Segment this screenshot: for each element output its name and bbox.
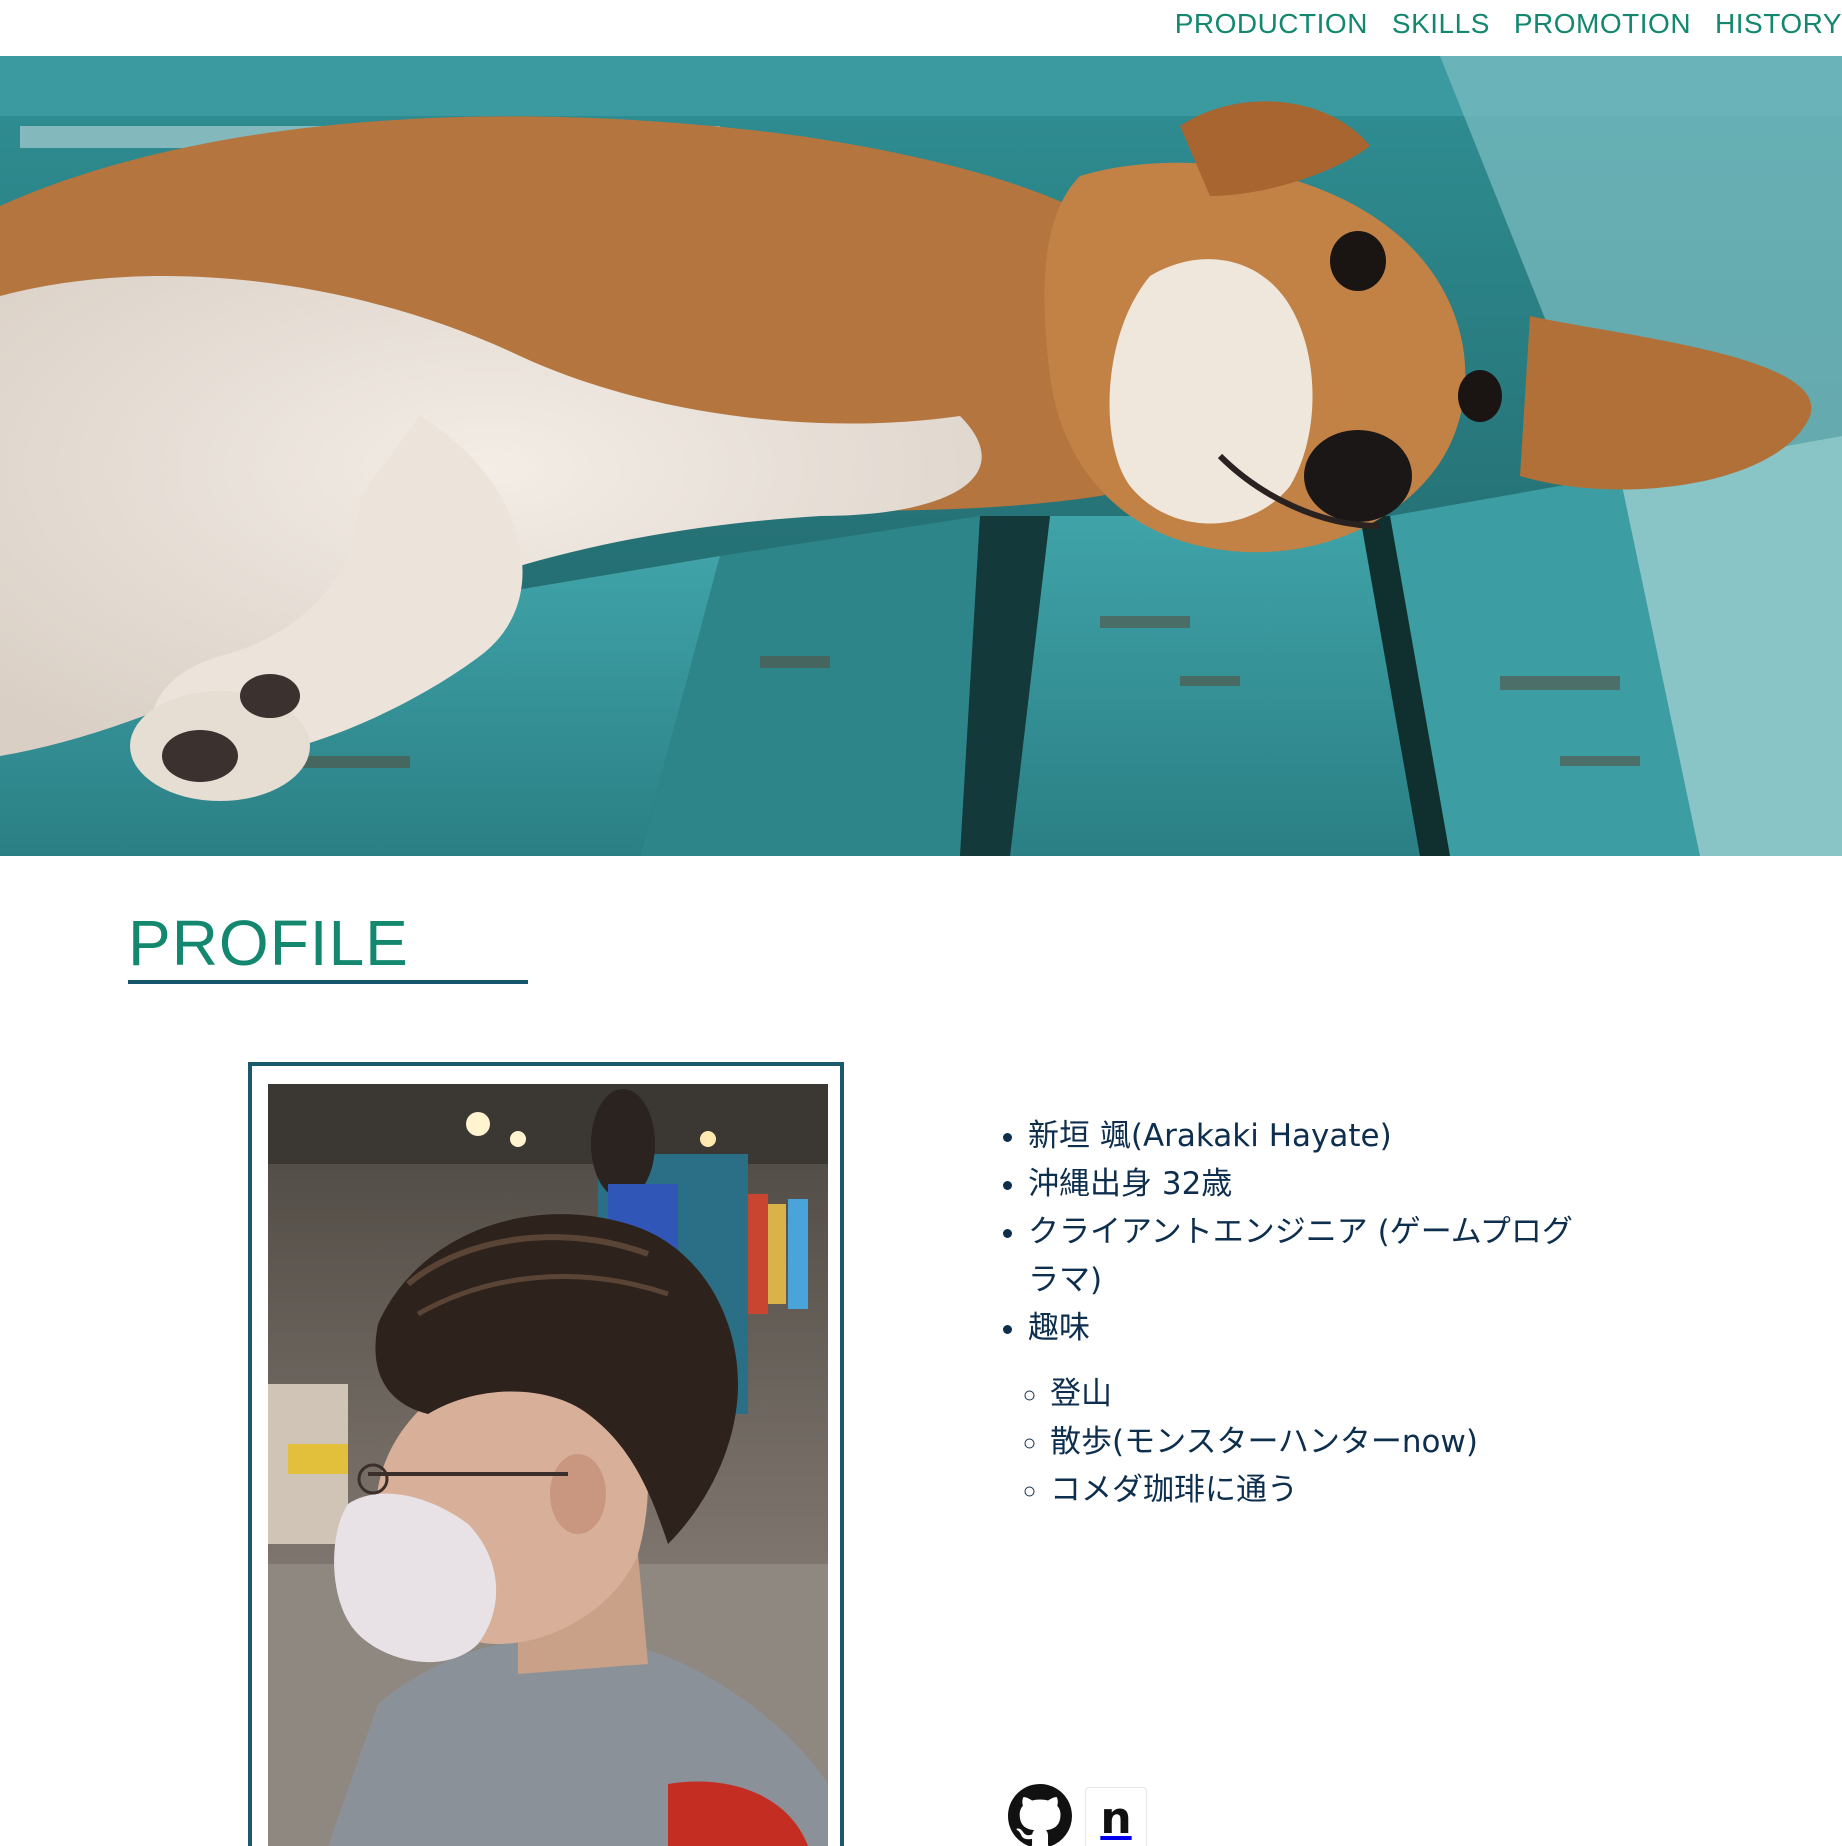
profile-name: 新垣 颯(Arakaki Hayate) [1028,1112,1580,1160]
title-underline [128,980,528,984]
hobby-item: 登山 [1050,1370,1580,1418]
nav-item-skills: SKILLS [1392,6,1490,42]
profile-photo-frame [248,1062,844,1846]
top-nav: PRODUCTION SKILLS PROMOTION HISTORY [0,0,1842,56]
profile-info: 新垣 颯(Arakaki Hayate) 沖縄出身 32歳 クライアントエンジニ… [1000,1112,1580,1514]
hero-image [0,56,1842,856]
profile-hobbies-label: 趣味 [1028,1310,1090,1346]
nav-item-history: HISTORY [1715,6,1842,42]
profile-hobbies: 趣味 登山 散歩(モンスターハンターnow) コメダ珈琲に通う [1028,1304,1580,1514]
hobby-item: コメダ珈琲に通う [1050,1466,1580,1514]
nav-link-history[interactable]: HISTORY [1715,6,1842,42]
profile-job: クライアントエンジニア (ゲームプログラマ) [1028,1208,1580,1304]
nav-item-production: PRODUCTION [1175,6,1368,42]
note-icon: n [1085,1787,1147,1846]
profile-list: 新垣 颯(Arakaki Hayate) 沖縄出身 32歳 クライアントエンジニ… [1000,1112,1580,1514]
hero-dog-illustration [0,56,1842,856]
page: PRODUCTION SKILLS PROMOTION HISTORY PROF… [0,0,1842,1846]
profile-photo-illustration [268,1084,828,1846]
nav-link-promotion[interactable]: PROMOTION [1514,6,1691,42]
github-icon [1008,1783,1072,1846]
hobby-item: 散歩(モンスターハンターnow) [1050,1418,1580,1466]
note-link[interactable]: n [1084,1786,1148,1846]
nav-list: PRODUCTION SKILLS PROMOTION HISTORY [1175,6,1842,42]
github-link[interactable] [1008,1783,1072,1846]
social-links: n [1008,1783,1148,1846]
nav-link-production[interactable]: PRODUCTION [1175,6,1368,42]
hobby-list: 登山 散歩(モンスターハンターnow) コメダ珈琲に通う [1028,1370,1580,1514]
nav-item-promotion: PROMOTION [1514,6,1691,42]
nav-link-skills[interactable]: SKILLS [1392,6,1490,42]
profile-photo [268,1084,828,1846]
profile-origin-age: 沖縄出身 32歳 [1028,1160,1580,1208]
page-title: PROFILE [128,907,409,979]
